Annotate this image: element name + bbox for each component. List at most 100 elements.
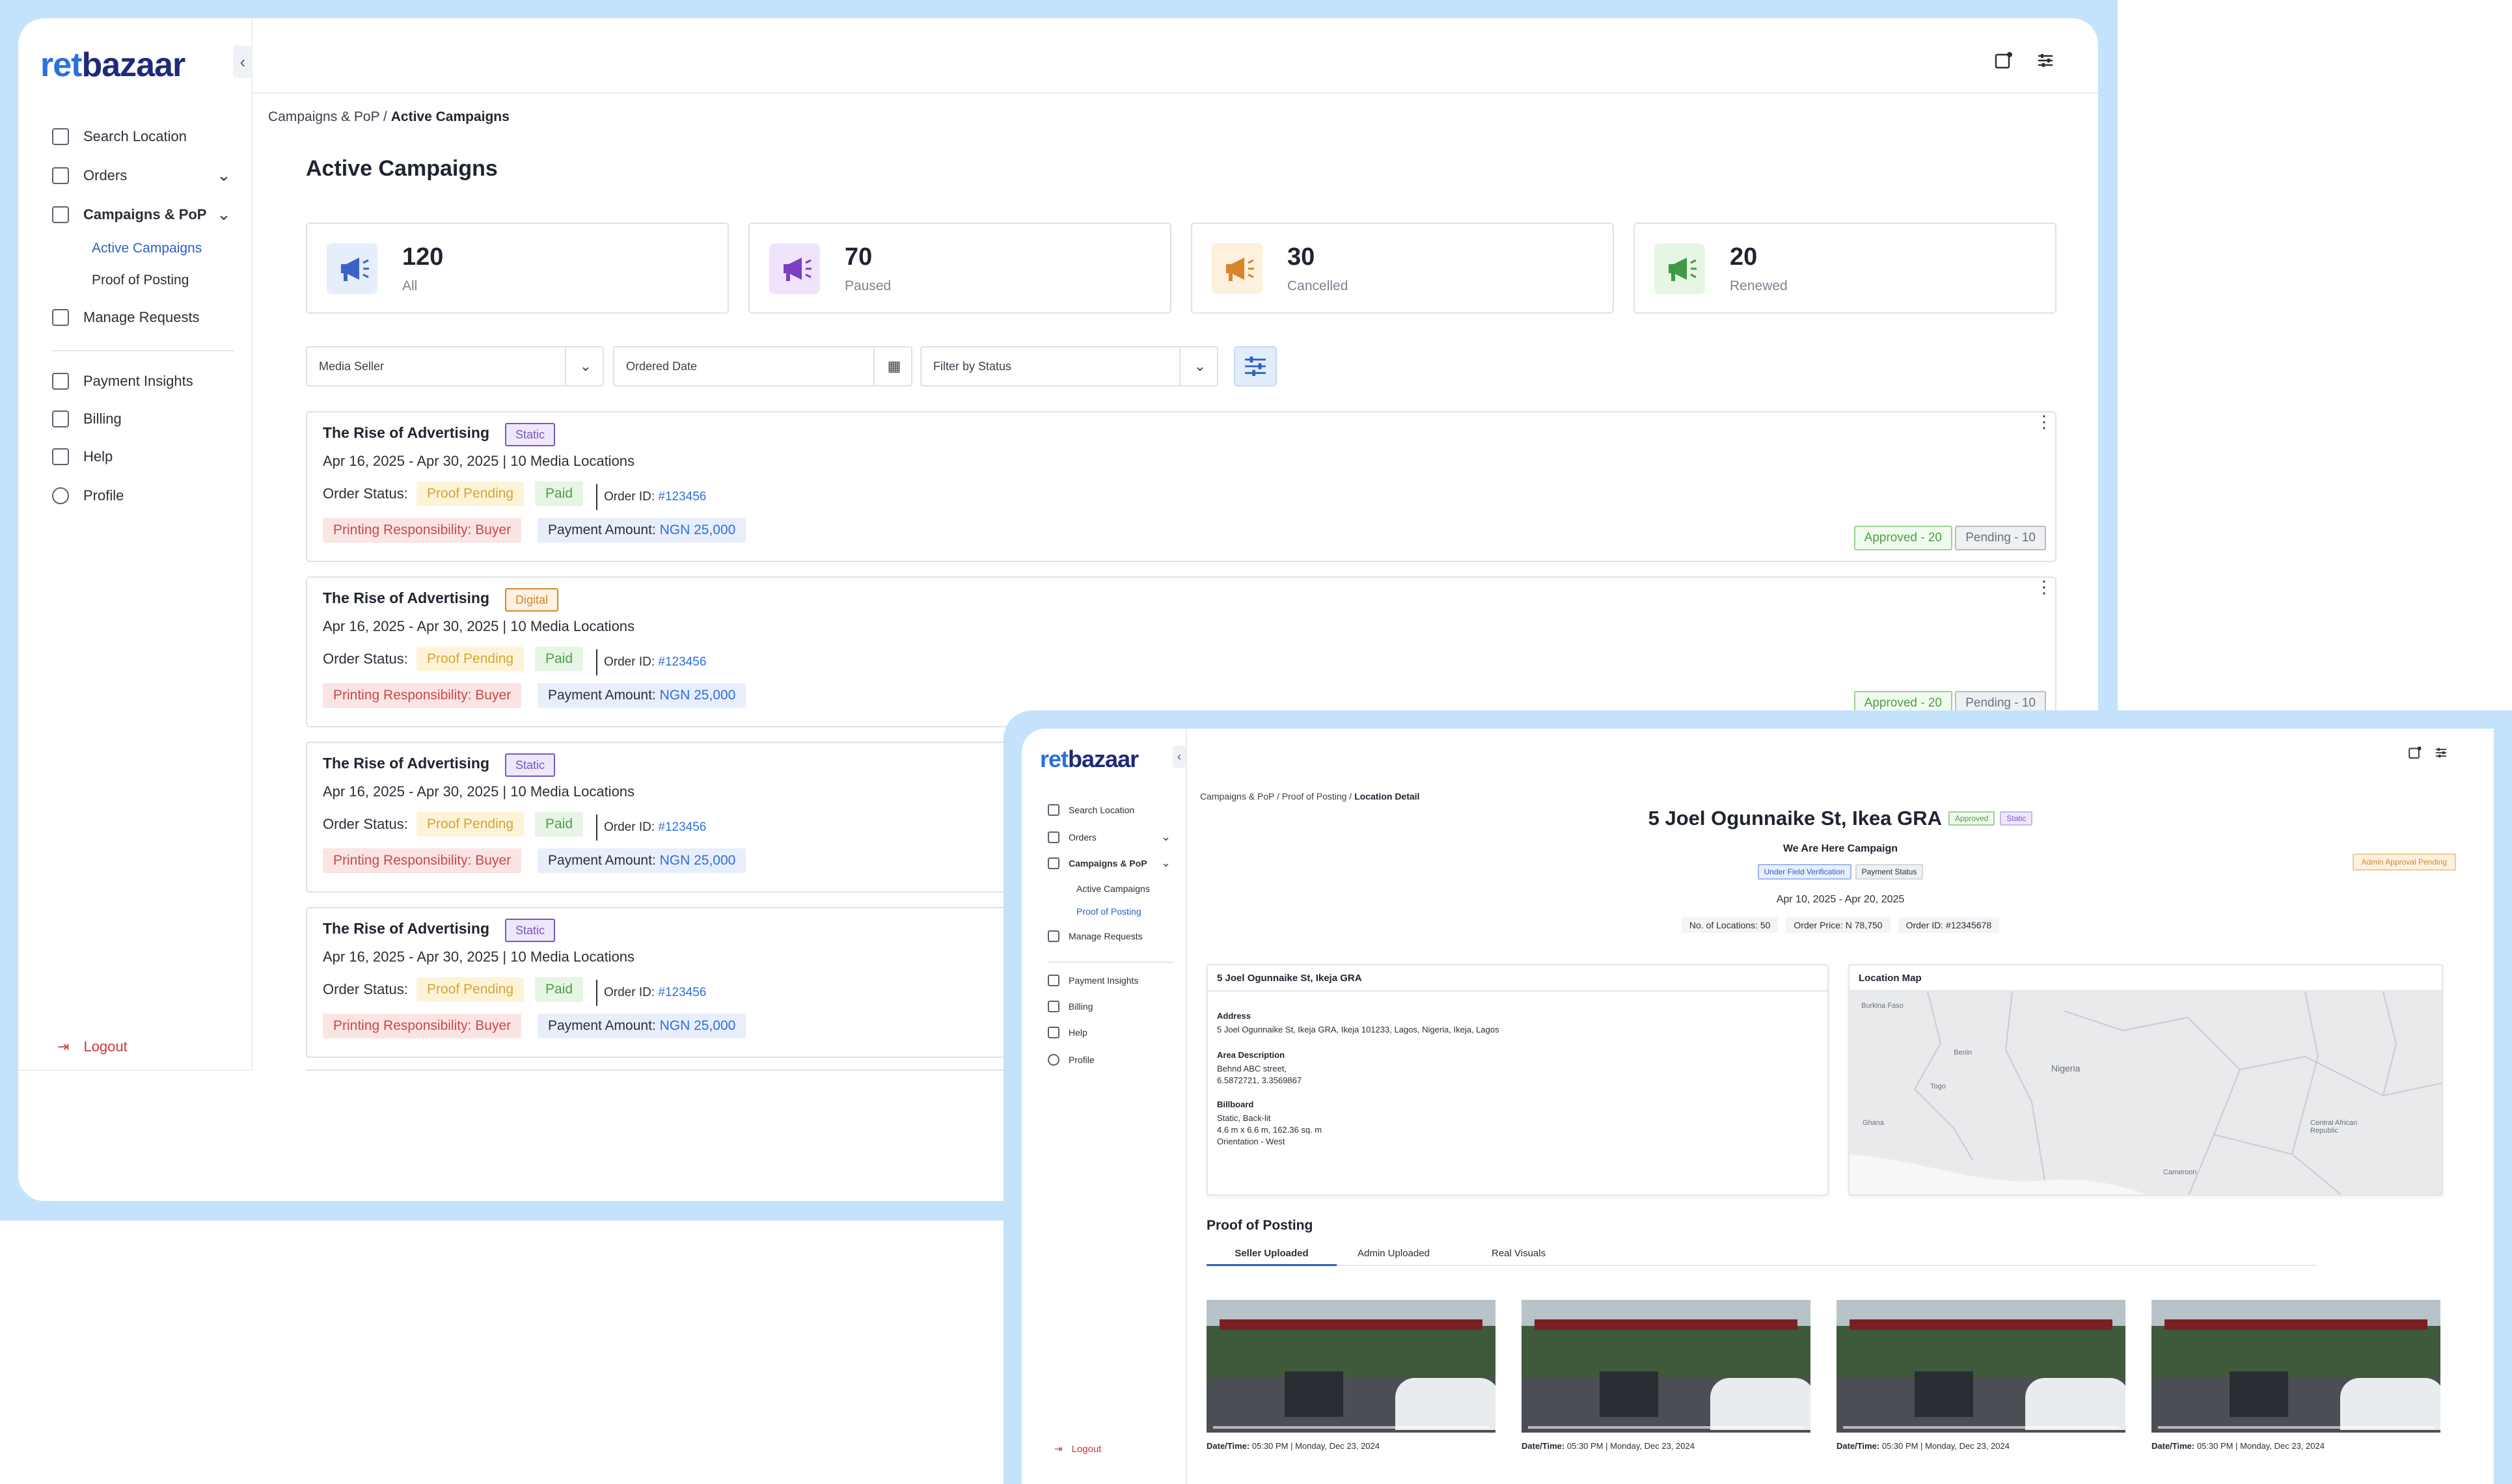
logo[interactable]: retbazaar [1040,746,1139,773]
collapse-sidebar-button[interactable]: ‹ [233,46,253,78]
breadcrumb: Campaigns & PoP / Active Campaigns [268,109,510,125]
page-title: Active Campaigns [306,156,498,181]
sidebar-item-orders[interactable]: Orders [1048,831,1097,843]
logout-label: Logout [1071,1443,1102,1455]
thumbnail-caption: Date/Time: 05:30 PM | Monday, Dec 23, 20… [1207,1441,1380,1451]
billboard-orientation: Orientation - West [1217,1137,1285,1146]
sidebar-subitem-active-campaigns[interactable]: Active Campaigns [92,241,202,256]
location-map[interactable]: Burkina Faso Benin Togo Ghana Nigeria Ca… [1850,992,2442,1194]
sidebar-item-label: Manage Requests [83,309,200,325]
chevron-down-icon[interactable]: ⌄ [217,204,231,224]
breadcrumb-parent[interactable]: Campaigns & PoP / [268,109,387,124]
chevron-down-icon[interactable]: ⌄ [1161,830,1171,844]
campaign-card[interactable]: The Rise of Advertising Static ⋮ Apr 16,… [306,411,2056,562]
order-meta: No. of Locations: 50 Order Price: N 78,75… [1187,917,2494,933]
status-filter-select[interactable]: Filter by Status ⌄ [920,346,1218,386]
stat-card-renewed[interactable]: 20 Renewed [1633,223,2056,314]
sidebar-subitem-active-campaigns[interactable]: Active Campaigns [1076,884,1150,894]
sidebar-item-billing[interactable]: Billing [52,406,122,432]
sidebar-item-help[interactable]: Help [52,444,113,470]
location-detail-panel: 5 Joel Ogunnaike St, Ikeja GRA Address 5… [1207,964,1829,1196]
proof-video-thumbnail[interactable] [1207,1300,1495,1433]
sidebar-item-help[interactable]: Help [1048,1027,1087,1038]
logout-label: Logout [83,1038,128,1055]
campaign-type-tag: Static [505,423,556,446]
order-status-label: Order Status: [323,816,408,832]
breadcrumb-current: Active Campaigns [390,109,510,124]
proof-video-thumbnail[interactable] [1836,1300,2125,1433]
campaign-card[interactable]: The Rise of Advertising Digital ⋮ Apr 16… [306,576,2056,727]
filter-settings-icon[interactable] [2434,746,2448,760]
calendar-icon[interactable]: ▦ [875,347,914,385]
logout-button[interactable]: ⇥ Logout [57,1038,128,1055]
map-label: Cameroon [2163,1168,2197,1176]
order-id-link[interactable]: #123456 [658,655,706,669]
order-id-link[interactable]: #123456 [658,820,706,834]
search-location-icon [1048,804,1059,816]
logo[interactable]: retbazaar [40,46,185,85]
logout-button[interactable]: ⇥ Logout [1054,1443,1101,1455]
campaign-icon [52,206,69,223]
external-window-icon[interactable] [2408,746,2422,760]
more-options-icon[interactable]: ⋮ [2036,413,2053,430]
sidebar-item-payment-insights[interactable]: Payment Insights [1048,975,1138,986]
sidebar-item-billing[interactable]: Billing [1048,1001,1093,1012]
sidebar-item-campaigns[interactable]: Campaigns & PoP [1048,857,1147,869]
collapse-sidebar-button[interactable]: ‹ [1173,746,1186,768]
sidebar-subitem-proof-of-posting[interactable]: Proof of Posting [1076,906,1141,917]
status-tags: Under Field Verification Payment Status [1187,864,2494,880]
filter-settings-icon[interactable] [2036,51,2055,70]
stat-card-paused[interactable]: 70 Paused [748,223,1171,314]
external-window-icon[interactable] [1994,51,2014,70]
sidebar-item-manage-requests[interactable]: Manage Requests [1048,930,1143,942]
ordered-date-input[interactable]: Ordered Date ▦ [613,346,912,386]
stat-card-all[interactable]: 120 All [306,223,729,314]
megaphone-icon [327,243,377,294]
sliders-icon [1245,357,1266,376]
chevron-down-icon[interactable]: ⌄ [217,165,231,185]
sidebar-subitem-proof-of-posting[interactable]: Proof of Posting [92,273,189,288]
sidebar-item-search-location[interactable]: Search Location [1048,804,1134,816]
select-value: Media Seller [319,360,385,373]
campaign-dates: Apr 16, 2025 - Apr 30, 2025 | 10 Media L… [323,949,635,965]
sidebar-item-label: Billing [83,411,122,427]
sidebar-item-payment-insights[interactable]: Payment Insights [52,368,193,394]
map-label: Togo [1930,1083,1946,1090]
logo-text-2: bazaar [81,46,185,84]
more-options-icon[interactable]: ⋮ [2036,578,2053,595]
stat-label: All [402,278,418,293]
campaign-title: The Rise of Advertising [323,920,490,937]
caption-label: Date/Time: [2151,1441,2195,1451]
order-id: Order ID: #123456 [596,484,706,510]
order-id-label: Order ID: [604,490,655,504]
sidebar-item-label: Manage Requests [1069,931,1143,941]
sidebar-divider [1048,962,1174,963]
sidebar-item-search-location[interactable]: Search Location [52,124,187,150]
tab-admin-uploaded[interactable]: Admin Uploaded [1358,1243,1430,1266]
sidebar-item-manage-requests[interactable]: Manage Requests [52,304,200,331]
sidebar-item-orders[interactable]: Orders [52,163,127,189]
payment-status-badge: Paid [535,481,584,506]
proof-status-badge: Proof Pending [416,977,525,1002]
proof-video-thumbnail[interactable] [1522,1300,1810,1433]
sidebar-item-profile[interactable]: Profile [52,483,124,509]
chevron-down-icon[interactable]: ⌄ [1161,856,1171,870]
sidebar-item-label: Orders [1069,832,1097,843]
tab-real-visuals[interactable]: Real Visuals [1492,1243,1546,1266]
media-seller-select[interactable]: Media Seller ⌄ [306,346,604,386]
sidebar-item-campaigns[interactable]: Campaigns & PoP [52,202,206,228]
sidebar-item-profile[interactable]: Profile [1048,1054,1095,1066]
address-value: 5 Joel Ogunnaike St, Ikeja GRA, Ikeja 10… [1217,1025,1499,1034]
breadcrumb-parent[interactable]: Campaigns & PoP / Proof of Posting / [1200,791,1352,802]
order-id-link[interactable]: #123456 [658,490,706,504]
proof-video-thumbnail[interactable] [2151,1300,2440,1433]
stat-value: 30 [1287,243,1315,271]
tab-seller-uploaded[interactable]: Seller Uploaded [1207,1243,1337,1266]
search-location-icon [52,128,69,145]
campaign-title: The Rise of Advertising [323,424,490,441]
advanced-filter-button[interactable] [1234,346,1277,386]
stat-card-cancelled[interactable]: 30 Cancelled [1191,223,1614,314]
proof-status-badge: Proof Pending [416,812,525,837]
caption-label: Date/Time: [1836,1441,1880,1451]
order-id-link[interactable]: #123456 [658,986,706,999]
